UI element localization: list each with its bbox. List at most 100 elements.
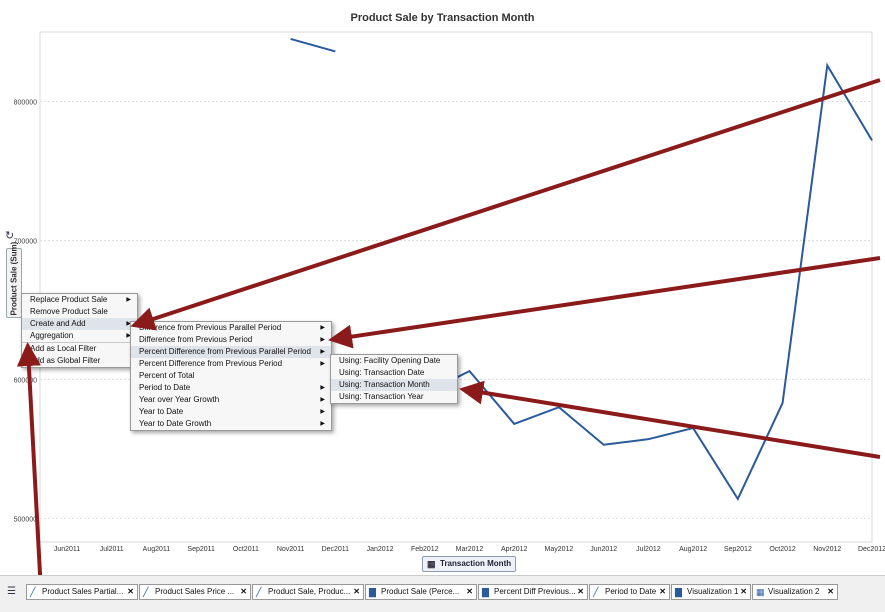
plot-area-border — [39, 31, 873, 543]
create-and-add-item-label: Year to Date — [139, 407, 184, 416]
y-tick-label: 500000 — [14, 516, 37, 523]
submenu-arrow-icon: ▶ — [320, 385, 325, 391]
create-and-add-item-label: Difference from Previous Period — [139, 335, 253, 344]
create-and-add-item[interactable]: Percent of Total — [131, 370, 331, 382]
create-and-add-item[interactable]: Period to Date ▶ — [131, 382, 331, 394]
create-and-add-item-label: Period to Date — [139, 383, 191, 392]
using-item[interactable]: Using: Transaction Year — [331, 391, 457, 403]
context-menu-item[interactable]: Remove Product Sale — [22, 306, 137, 318]
close-tab-icon[interactable]: ✕ — [353, 585, 360, 599]
submenu-arrow-icon: ▶ — [320, 361, 325, 367]
y-axis-role-button[interactable]: Product Sale (Sum) — [6, 241, 22, 318]
chart-title: Product Sale by Transaction Month — [350, 12, 535, 24]
visualization-tab[interactable]: ▇ Percent Diff Previous... ✕ — [478, 584, 588, 600]
create-and-add-item[interactable]: Percent Difference from Previous Period ▶ — [131, 358, 331, 370]
create-and-add-item-label: Percent of Total — [139, 371, 195, 380]
tab-label: Product Sale (Perce... — [381, 587, 460, 596]
x-tick-label: May2012 — [545, 546, 574, 553]
series-line[interactable] — [424, 62, 873, 502]
x-tick-label: Oct2011 — [233, 546, 259, 553]
grid — [40, 100, 872, 519]
create-and-add-item[interactable]: Year to Date ▶ — [131, 406, 331, 418]
x-tick-label: Sep2012 — [724, 546, 752, 553]
visualization-tab[interactable]: ▦ Visualization 2 ✕ — [752, 584, 838, 600]
close-tab-icon[interactable]: ✕ — [827, 585, 834, 599]
visualization-tab[interactable]: ▇ Product Sale (Perce... ✕ — [365, 584, 477, 600]
context-menu-item[interactable]: Replace Product Sale ▶ — [22, 294, 137, 306]
using-item[interactable]: Using: Transaction Month — [331, 379, 457, 391]
line-chart-icon: ╱ — [256, 587, 262, 597]
context-menu-item[interactable]: Aggregation ▶ — [22, 330, 137, 342]
using-item[interactable]: Using: Facility Opening Date — [331, 355, 457, 367]
close-tab-icon[interactable]: ✕ — [577, 585, 584, 599]
create-and-add-item-label: Percent Difference from Previous Period — [139, 359, 283, 368]
close-tab-icon[interactable]: ✕ — [240, 585, 247, 599]
tab-label: Percent Diff Previous... — [494, 587, 576, 596]
bar-chart-icon: ▇ — [369, 587, 376, 597]
visualization-tab[interactable]: ▇ Visualization 1 ✕ — [671, 584, 751, 600]
submenu-arrow-icon: ▶ — [320, 421, 325, 427]
context-menu-item[interactable]: Create and Add ▶ — [22, 318, 137, 330]
tab-label: Visualization 1 — [687, 587, 739, 596]
submenu-arrow-icon: ▶ — [320, 397, 325, 403]
x-tick-label: Aug2011 — [143, 546, 171, 553]
x-tick-label: Sep2011 — [187, 546, 215, 553]
x-tick-label: Dec2012 — [858, 546, 885, 553]
visualization-tab[interactable]: ╱ Product Sales Price ... ✕ — [139, 584, 251, 600]
series-line[interactable] — [290, 37, 336, 53]
context-menu-item-label: Replace Product Sale — [30, 295, 108, 304]
tab-label: Product Sales Partial... — [42, 587, 124, 596]
create-and-add-item[interactable]: Percent Difference from Previous Paralle… — [131, 346, 331, 358]
using-item-label: Using: Facility Opening Date — [339, 356, 441, 365]
y-tick-label: 800000 — [14, 99, 37, 106]
context-menu-item-label: Add as Local Filter — [30, 344, 97, 353]
rotate-axis-icon[interactable]: ↻ — [5, 231, 17, 242]
line-chart-icon: ╱ — [143, 587, 149, 597]
context-menu: Replace Product Sale ▶ Remove Product Sale… — [21, 293, 138, 368]
submenu-arrow-icon: ▶ — [320, 349, 325, 355]
create-and-add-item[interactable]: Difference from Previous Period ▶ — [131, 334, 331, 346]
x-tick-label: Jul2011 — [100, 546, 124, 553]
tab-list-icon[interactable]: ☰ — [7, 586, 16, 597]
visualization-tab[interactable]: ╱ Product Sale, Produc... ✕ — [252, 584, 364, 600]
create-and-add-item[interactable]: Difference from Previous Parallel Period… — [131, 322, 331, 334]
create-and-add-item-label: Year over Year Growth — [139, 395, 220, 404]
using-item[interactable]: Using: Transaction Date — [331, 367, 457, 379]
close-tab-icon[interactable]: ✕ — [466, 585, 473, 599]
submenu-arrow-icon: ▶ — [320, 325, 325, 331]
tab-label: Product Sale, Produc... — [268, 587, 351, 596]
create-and-add-submenu: Difference from Previous Parallel Period… — [130, 321, 332, 431]
bar-chart-icon: ▇ — [675, 587, 682, 597]
using-submenu: Using: Facility Opening Date Using: Trans… — [330, 354, 458, 404]
close-tab-icon[interactable]: ✕ — [127, 585, 134, 599]
x-tick-label: Jun2012 — [590, 546, 617, 553]
context-menu-item-label: Create and Add — [30, 319, 86, 328]
context-menu-item[interactable]: Add as Local Filter — [22, 342, 137, 355]
context-menu-item-label: Aggregation — [30, 331, 74, 340]
tab-label: Period to Date — [605, 587, 657, 596]
create-and-add-item[interactable]: Year to Date Growth ▶ — [131, 418, 331, 430]
using-item-label: Using: Transaction Date — [339, 368, 425, 377]
line-chart-icon: ╱ — [30, 587, 36, 597]
create-and-add-item-label: Year to Date Growth — [139, 419, 212, 428]
x-tick-label: Jun2011 — [54, 546, 80, 553]
close-tab-icon[interactable]: ✕ — [740, 585, 747, 599]
x-axis-role-button[interactable]: ▦ Transaction Month — [422, 556, 516, 572]
line-chart-icon: ╱ — [593, 587, 599, 597]
context-menu-item-label: Add as Global Filter — [30, 356, 101, 365]
visualization-tab[interactable]: ╱ Period to Date ✕ — [589, 584, 670, 600]
create-and-add-item[interactable]: Year over Year Growth ▶ — [131, 394, 331, 406]
x-tick-label: Mar2012 — [456, 546, 484, 553]
x-axis-label: Transaction Month — [440, 559, 512, 568]
visualization-tab[interactable]: ╱ Product Sales Partial... ✕ — [26, 584, 138, 600]
close-tab-icon[interactable]: ✕ — [659, 585, 666, 599]
calendar-icon: ▦ — [427, 559, 436, 569]
y-axis-label: Product Sale (Sum) — [9, 241, 19, 316]
context-menu-item[interactable]: Add as Global Filter — [22, 355, 137, 367]
x-tick-label: Aug2012 — [679, 546, 707, 553]
x-tick-label: Apr2012 — [501, 546, 528, 553]
submenu-arrow-icon: ▶ — [320, 409, 325, 415]
create-and-add-item-label: Percent Difference from Previous Paralle… — [139, 347, 311, 356]
context-menu-item-label: Remove Product Sale — [30, 307, 108, 316]
using-item-label: Using: Transaction Month — [339, 380, 430, 389]
